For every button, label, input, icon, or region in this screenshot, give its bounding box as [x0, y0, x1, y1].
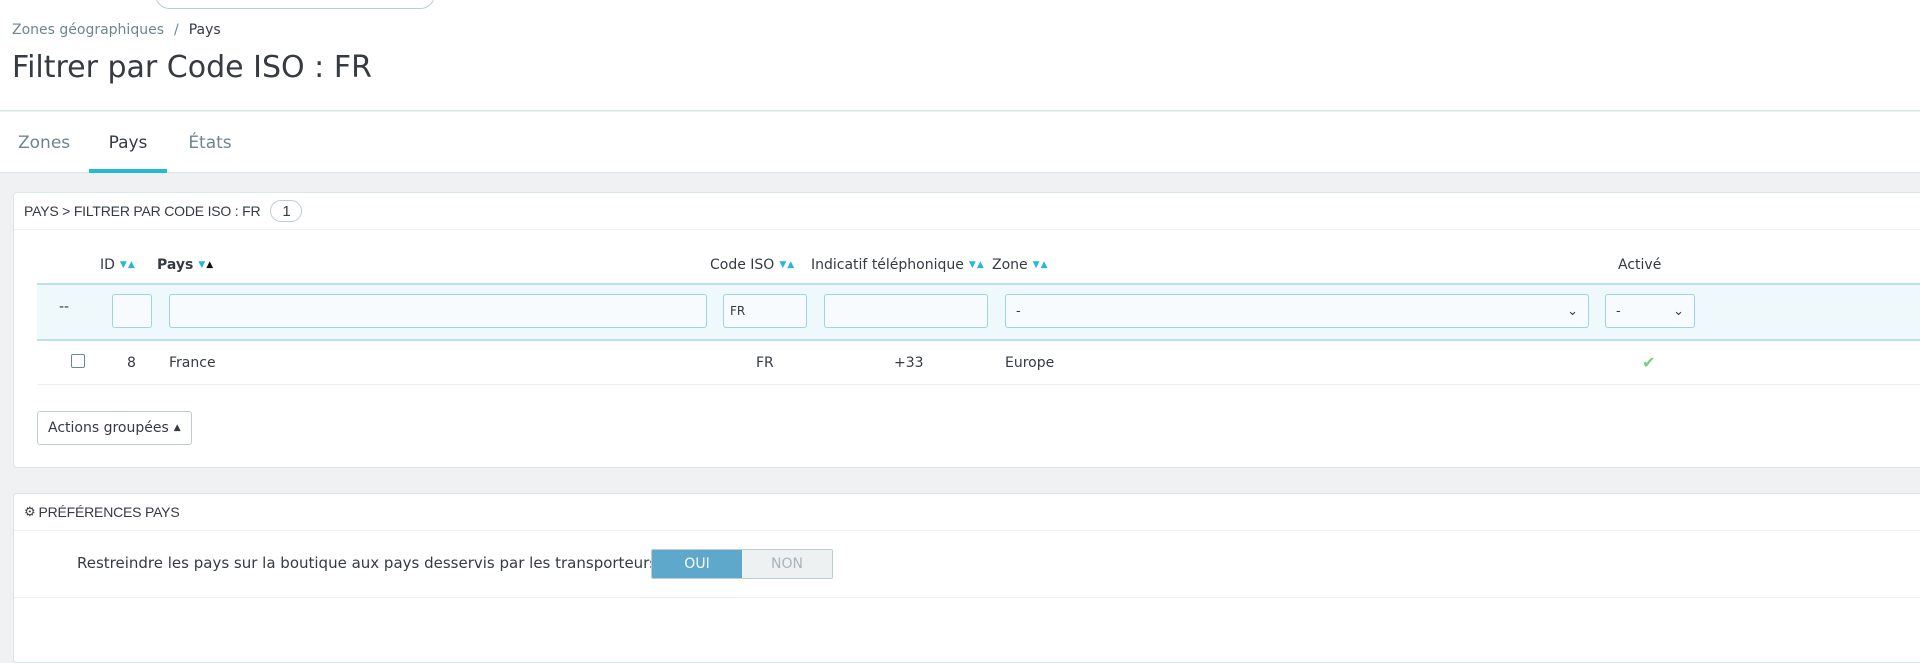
chevron-down-icon: ⌄	[1567, 303, 1578, 319]
column-header-iso-label: Code ISO	[710, 257, 775, 273]
cell-zone: Europe	[1005, 355, 1055, 371]
filter-phone-input[interactable]	[824, 294, 988, 328]
filter-active-value: -	[1616, 303, 1621, 319]
cell-phone: +33	[894, 355, 924, 371]
column-header-phone-label: Indicatif téléphonique	[811, 257, 964, 273]
page-header: Zones géographiques / Pays Filtrer par C…	[0, 0, 1920, 111]
sort-icon[interactable]: ▼ ▲	[779, 260, 795, 270]
breadcrumb-separator: /	[174, 22, 179, 38]
filter-active-select[interactable]: - ⌄	[1605, 294, 1695, 328]
table-row[interactable]: 8 France FR +33 Europe ✔	[37, 343, 1920, 385]
column-header-zone-label: Zone	[992, 257, 1028, 273]
breadcrumb: Zones géographiques / Pays	[12, 22, 221, 38]
result-count-badge: 1	[270, 200, 303, 222]
caret-up-icon: ▲	[173, 423, 181, 433]
column-header-id-label: ID	[100, 257, 115, 273]
search-input[interactable]	[155, 0, 435, 9]
column-header-iso[interactable]: Code ISO ▼ ▲	[710, 257, 795, 273]
column-header-phone[interactable]: Indicatif téléphonique ▼ ▲	[811, 257, 985, 273]
page-title: Filtrer par Code ISO : FR	[12, 50, 372, 85]
toggle-no[interactable]: NON	[742, 550, 832, 578]
filter-placeholder-dash: --	[59, 299, 70, 315]
cell-iso: FR	[756, 355, 774, 371]
column-header-active-label: Activé	[1618, 257, 1662, 273]
filter-id-input[interactable]	[112, 294, 152, 328]
list-heading: PAYS > FILTRER PAR CODE ISO : FR 1	[14, 193, 1920, 230]
gears-icon: ⚙	[24, 504, 36, 519]
restrict-countries-toggle[interactable]: OUI NON	[651, 549, 833, 579]
country-preferences-panel: ⚙ PRÉFÉRENCES PAYS Restreindre les pays …	[13, 493, 1920, 663]
toggle-yes[interactable]: OUI	[652, 550, 742, 578]
filter-zone-value: -	[1016, 303, 1021, 319]
filter-country-input[interactable]	[169, 294, 707, 328]
countries-list-panel: PAYS > FILTRER PAR CODE ISO : FR 1 ID ▼ ▲…	[13, 192, 1920, 468]
filter-iso-input[interactable]: FR	[723, 294, 807, 328]
filter-zone-select[interactable]: - ⌄	[1005, 294, 1589, 328]
sort-icon[interactable]: ▼ ▲	[969, 260, 985, 270]
sort-icon[interactable]: ▼ ▲	[1033, 260, 1049, 270]
cell-country: France	[169, 355, 216, 371]
column-header-active: Activé	[1618, 257, 1661, 273]
tab-zones[interactable]: Zones	[0, 112, 89, 173]
cell-id: 8	[127, 355, 136, 371]
tab-etats[interactable]: États	[167, 112, 253, 173]
list-heading-text: PAYS > FILTRER PAR CODE ISO : FR	[24, 203, 261, 219]
restrict-countries-label: Restreindre les pays sur la boutique aux…	[77, 554, 703, 572]
divider	[14, 597, 1920, 598]
filter-row: -- FR - ⌄ - ⌄	[37, 283, 1920, 341]
column-header-country-label: Pays	[157, 257, 194, 273]
breadcrumb-current: Pays	[188, 22, 221, 38]
column-header-zone[interactable]: Zone ▼ ▲	[992, 257, 1049, 273]
sort-icon[interactable]: ▼ ▲	[198, 260, 214, 270]
sort-icon[interactable]: ▼ ▲	[120, 260, 136, 270]
tab-bar: Zones Pays États	[0, 112, 1920, 173]
bulk-actions-button[interactable]: Actions groupées ▲	[37, 411, 192, 445]
active-check-icon[interactable]: ✔	[1642, 353, 1655, 372]
column-header-id[interactable]: ID ▼ ▲	[100, 257, 136, 273]
column-header-country[interactable]: Pays ▼ ▲	[157, 257, 214, 273]
breadcrumb-link-zones[interactable]: Zones géographiques	[12, 22, 164, 38]
row-checkbox[interactable]	[71, 354, 85, 368]
tab-pays[interactable]: Pays	[89, 112, 167, 173]
chevron-down-icon: ⌄	[1673, 303, 1684, 319]
preferences-heading: ⚙ PRÉFÉRENCES PAYS	[14, 494, 1920, 531]
bulk-actions-label: Actions groupées	[48, 420, 169, 436]
preferences-heading-text: PRÉFÉRENCES PAYS	[38, 504, 180, 520]
